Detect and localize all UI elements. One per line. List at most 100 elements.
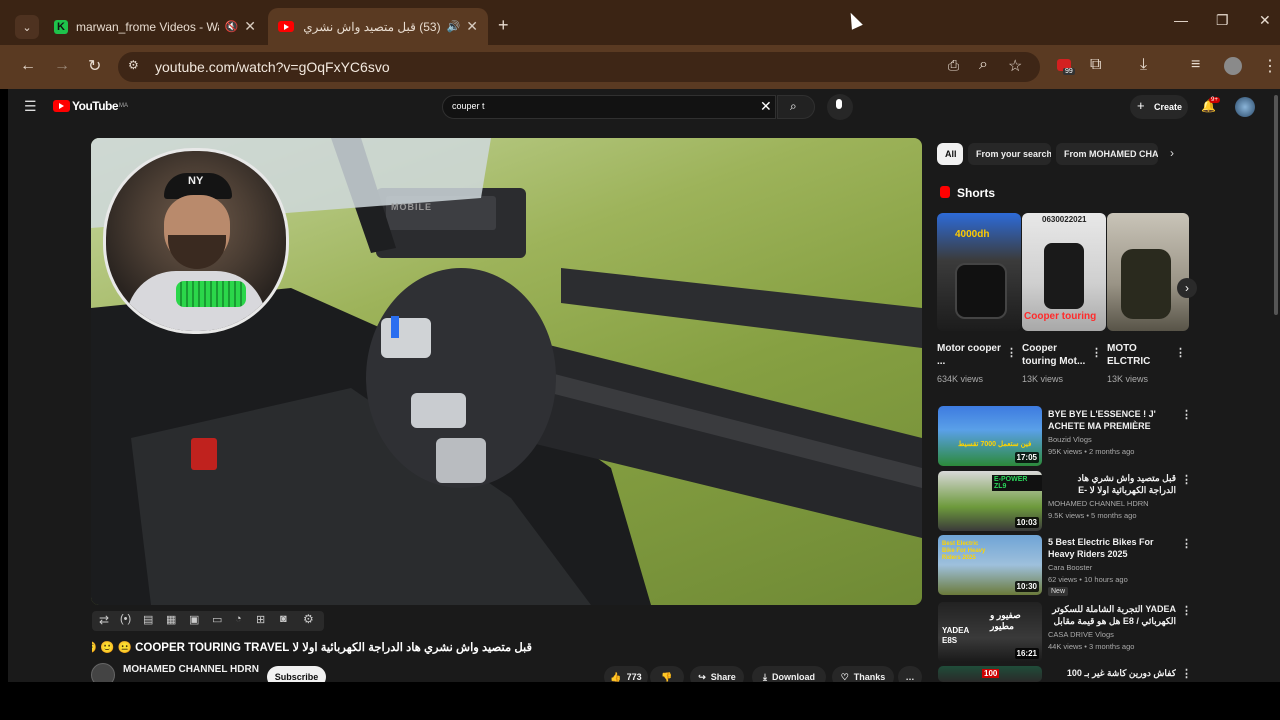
search-value[interactable]: couper t xyxy=(452,101,485,111)
scooter-shape xyxy=(955,263,1007,319)
muted-audio-icon[interactable]: 🔇 xyxy=(225,20,239,33)
bookmark-star-icon[interactable]: ☆ xyxy=(1008,56,1022,76)
thumbs-down-icon: 👎 xyxy=(661,671,673,682)
channel-name[interactable]: MOHAMED CHANNEL HDRN xyxy=(123,664,259,675)
short-thumbnail-1[interactable]: 4000dh xyxy=(937,213,1021,331)
youtube-logo-icon xyxy=(53,100,70,112)
reading-list-icon[interactable]: ≡ xyxy=(1191,56,1200,74)
audio-playing-icon[interactable]: 🔊 xyxy=(447,20,461,33)
share-label: Share xyxy=(710,672,736,682)
chip-from-channel[interactable]: From MOHAMED CHAN xyxy=(1056,143,1158,165)
short-badge: 0630022021 xyxy=(1042,215,1087,224)
video-thumbnail-1[interactable]: فين ستعمل 7000 تقسيط 17:05 xyxy=(938,406,1042,466)
url-text[interactable]: youtube.com/watch?v=gOqFxYC6svo xyxy=(155,59,390,75)
close-tab-icon[interactable]: ✕ xyxy=(466,18,478,35)
install-app-icon[interactable]: ⎙ xyxy=(948,57,959,74)
thumbnail-overlay-text: Best Electric Bike For Heavy Riders 2025 xyxy=(942,541,986,561)
youtube-logo[interactable]: YouTube MA xyxy=(53,99,128,113)
video-player[interactable]: MOBILE NY xyxy=(91,138,922,605)
video-channel-1[interactable]: Bouzid Vlogs xyxy=(1048,434,1178,445)
chrome-menu-icon[interactable]: ⋮ xyxy=(1262,56,1278,76)
video-menu-icon[interactable]: ⋮ xyxy=(1181,604,1192,617)
site-info-icon[interactable]: ⚙ xyxy=(128,58,139,72)
short-menu-icon[interactable]: ⋮ xyxy=(1006,346,1017,359)
scooter-shape xyxy=(1044,243,1084,309)
subtitles-icon[interactable]: ▤ xyxy=(143,613,153,626)
video-menu-icon[interactable]: ⋮ xyxy=(1181,537,1192,550)
thanks-label: Thanks xyxy=(853,672,886,682)
reservoir-label: MOBILE xyxy=(391,202,432,212)
microphone-icon xyxy=(836,99,842,109)
video-channel-2[interactable]: MOHAMED CHANNEL HDRN xyxy=(1048,498,1178,509)
download-icon[interactable]: ⤓ xyxy=(1140,56,1147,74)
short-menu-icon[interactable]: ⋮ xyxy=(1175,346,1186,359)
video-title-2[interactable]: قبل متصيد واش نشري هاد الدراجة الكهربائي… xyxy=(1048,472,1177,496)
video-channel-4[interactable]: CASA DRIVE Vlogs xyxy=(1048,629,1178,640)
account-avatar[interactable] xyxy=(1235,97,1255,117)
profile-avatar[interactable] xyxy=(1224,57,1242,75)
video-thumbnail-4[interactable]: صفيور و مطيور YADEA E8S 16:21 xyxy=(938,602,1042,662)
video-duration: 17:05 xyxy=(1014,452,1039,463)
audio-icon[interactable]: (•) xyxy=(120,613,131,625)
screen-icon[interactable]: ▣ xyxy=(189,613,199,626)
video-thumbnail-3[interactable]: Best Electric Bike For Heavy Riders 2025… xyxy=(938,535,1042,595)
shorts-icon xyxy=(940,186,950,198)
video-menu-icon[interactable]: ⋮ xyxy=(1181,667,1192,680)
short-title-2[interactable]: Cooper touring Mot... xyxy=(1022,342,1088,368)
short-title-1[interactable]: Motor cooper ... xyxy=(937,342,1003,368)
chip-from-your-search[interactable]: From your search xyxy=(968,143,1051,165)
short-title-3[interactable]: MOTO ELCTRIC xyxy=(1107,342,1173,368)
minimize-button[interactable]: — xyxy=(1174,12,1188,28)
chips-next-chevron-icon[interactable]: › xyxy=(1170,146,1174,160)
green-microphone xyxy=(176,281,246,307)
video-title-4[interactable]: YADEA التجربة الشاملة للسكوتر الكهربائي … xyxy=(1048,603,1176,627)
video-thumbnail-5[interactable]: 100 xyxy=(938,666,1042,682)
clapper-icon[interactable]: ▦ xyxy=(166,613,176,626)
extensions-puzzle-icon[interactable]: ⧉ xyxy=(1090,56,1101,74)
short-menu-icon[interactable]: ⋮ xyxy=(1091,346,1102,359)
plus-icon: + xyxy=(1137,98,1145,113)
new-tab-button[interactable]: + xyxy=(498,15,509,36)
video-channel-3[interactable]: Cara Booster xyxy=(1048,562,1178,573)
chip-all[interactable]: All xyxy=(937,143,963,165)
thumbnail-overlay-text: صفيور و مطيور xyxy=(990,610,1021,631)
shorts-next-button[interactable]: › xyxy=(1177,278,1197,298)
restore-button[interactable]: ❐ xyxy=(1216,12,1229,29)
settings-gear-icon[interactable]: ⚙ xyxy=(303,612,314,626)
hamburger-menu-icon[interactable]: ☰ xyxy=(24,98,37,115)
zoom-icon[interactable]: ⌕ xyxy=(979,56,988,74)
speed-icon[interactable]: ◔ xyxy=(235,613,242,625)
notifications-count: 9+ xyxy=(1209,97,1220,103)
tab-youtube-video[interactable]: (53) قبل متصيد واش نشري ه 🔊 ✕ xyxy=(268,8,488,45)
forward-arrow-icon[interactable]: → xyxy=(54,57,70,75)
video-menu-icon[interactable]: ⋮ xyxy=(1181,408,1192,421)
clear-search-icon[interactable]: ✕ xyxy=(760,98,772,115)
download-icon: ⤓ xyxy=(763,671,767,682)
back-arrow-icon[interactable]: ← xyxy=(20,57,36,75)
video-thumbnail-2[interactable]: E-POWER ZL9 10:03 xyxy=(938,471,1042,531)
short-thumbnail-2[interactable]: 0630022021 Cooper touring xyxy=(1022,213,1106,331)
short-views-1: 634K views xyxy=(937,374,984,384)
close-window-button[interactable]: ✕ xyxy=(1259,12,1271,29)
layout-icon[interactable]: ▭ xyxy=(212,613,222,626)
theater-icon[interactable]: ⊞ xyxy=(256,613,265,626)
thumbnail-overlay-text: فين ستعمل 7000 تقسيط xyxy=(958,441,1032,448)
thumbnail-overlay-text: E-POWER ZL9 xyxy=(992,475,1042,491)
tab-marwan-videos[interactable]: K marwan_frome Videos - Wa 🔇 ✕ xyxy=(44,8,266,45)
close-tab-icon[interactable]: ✕ xyxy=(244,18,256,35)
video-title-3[interactable]: 5 Best Electric Bikes For Heavy Riders 2… xyxy=(1048,536,1176,560)
video-title-5[interactable]: كفاش دورين كاشة غير بـ 100 درهم ؟ xyxy=(1048,667,1176,679)
tab-search-button[interactable]: ⌄ xyxy=(15,15,39,39)
video-title-1[interactable]: BYE BYE L'ESSENCE ! J' ACHETE MA PREMIÈR… xyxy=(1048,408,1176,432)
loop-icon[interactable]: ⇄ xyxy=(99,613,109,627)
short-thumbnail-3[interactable] xyxy=(1107,213,1189,331)
video-duration: 10:30 xyxy=(1014,581,1039,592)
extension-badge: 99 xyxy=(1063,68,1075,75)
search-icon: ⌕ xyxy=(790,99,797,113)
screenshot-icon[interactable]: ◙ xyxy=(280,613,287,625)
page-scrollbar[interactable] xyxy=(1274,95,1278,315)
video-menu-icon[interactable]: ⋮ xyxy=(1181,473,1192,486)
search-input[interactable] xyxy=(442,95,776,119)
reload-icon[interactable]: ↻ xyxy=(88,56,101,76)
video-title: قبل متصيد واش نشري هاد الدراجة الكهربائي… xyxy=(92,642,532,654)
